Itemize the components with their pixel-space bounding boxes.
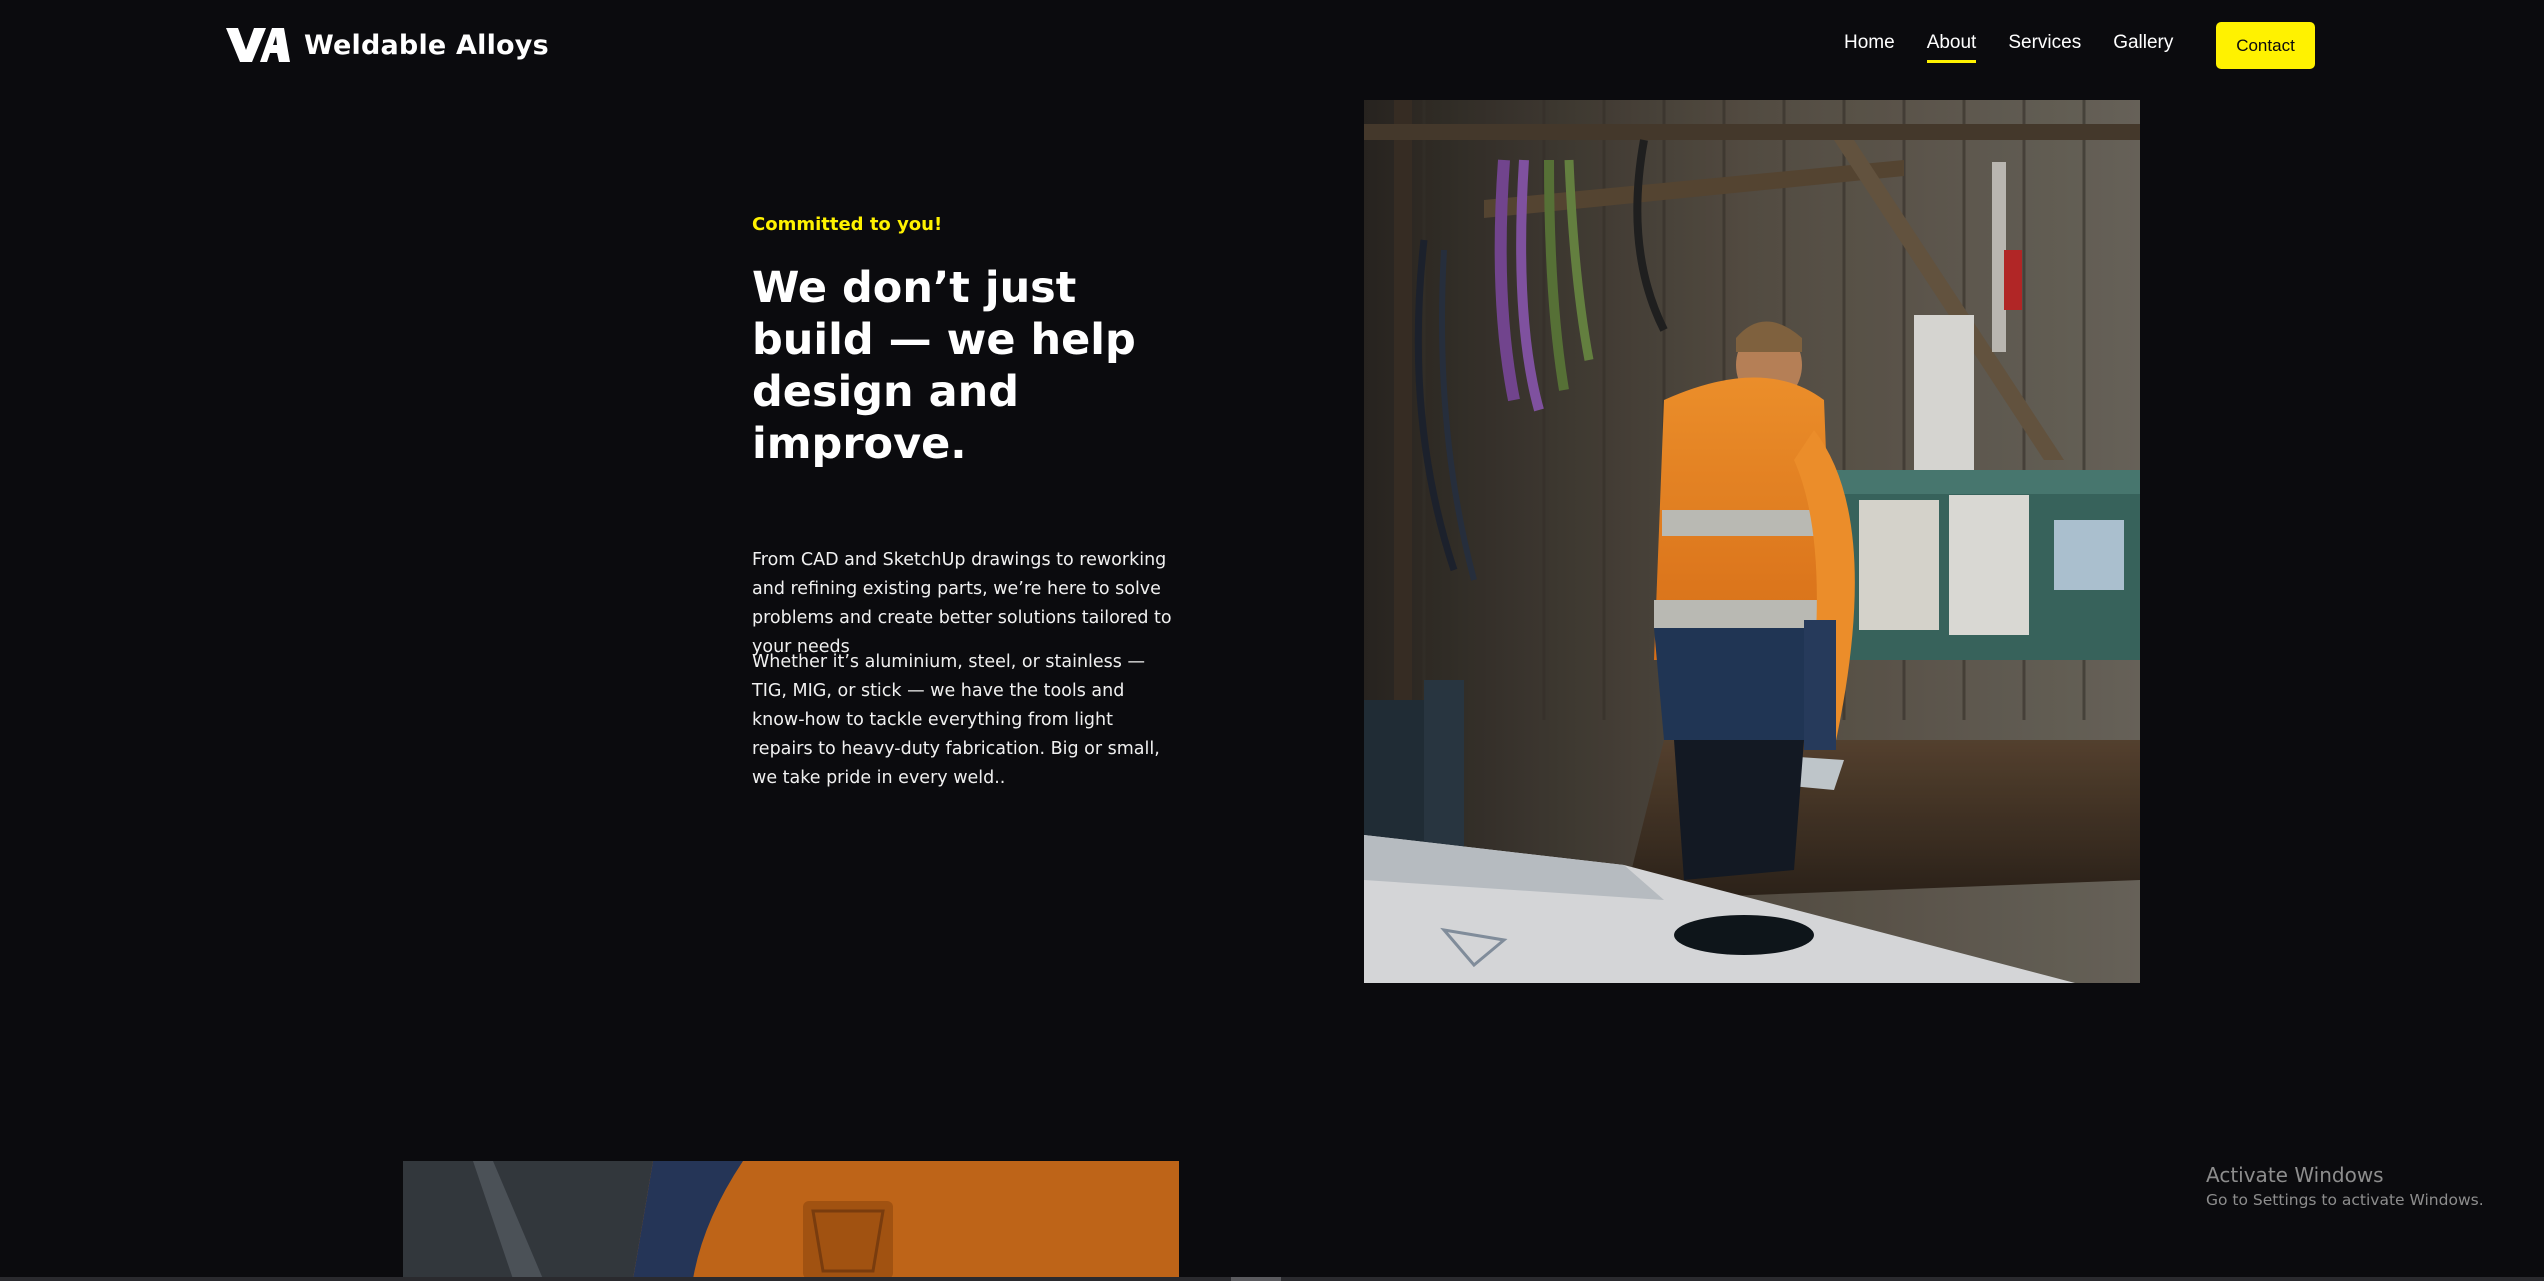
horizontal-scrollbar-thumb[interactable] <box>1231 1277 1281 1281</box>
hero-headline: We don’t just build — we help design and… <box>752 263 1136 469</box>
hero-paragraph-1: From CAD and SketchUp drawings to rework… <box>752 550 1172 657</box>
windows-activation-subtitle: Go to Settings to activate Windows. <box>2206 1191 2484 1209</box>
nav-services[interactable]: Services <box>2008 32 2081 63</box>
page: Weldable Alloys Home About Services Gall… <box>0 0 2544 1281</box>
brand-logo-link[interactable]: Weldable Alloys <box>226 26 549 64</box>
nav-gallery[interactable]: Gallery <box>2113 32 2173 63</box>
main-nav: Home About Services Gallery <box>1844 32 2173 63</box>
brand-name: Weldable Alloys <box>304 29 549 61</box>
contact-button[interactable]: Contact <box>2216 22 2315 69</box>
worker-closeup-photo <box>403 1161 1179 1279</box>
workshop-photo <box>1364 100 2140 983</box>
windows-activation-title: Activate Windows <box>2206 1163 2384 1187</box>
hero-eyebrow: Committed to you! <box>752 214 943 235</box>
nav-about[interactable]: About <box>1926 32 1977 63</box>
nav-home[interactable]: Home <box>1844 32 1895 63</box>
windows-activation-watermark: Activate Windows Go to Settings to activ… <box>2206 1163 2484 1209</box>
hero-paragraph-2: Whether it’s aluminium, steel, or stainl… <box>752 652 1160 788</box>
va-monogram-icon <box>226 28 290 62</box>
